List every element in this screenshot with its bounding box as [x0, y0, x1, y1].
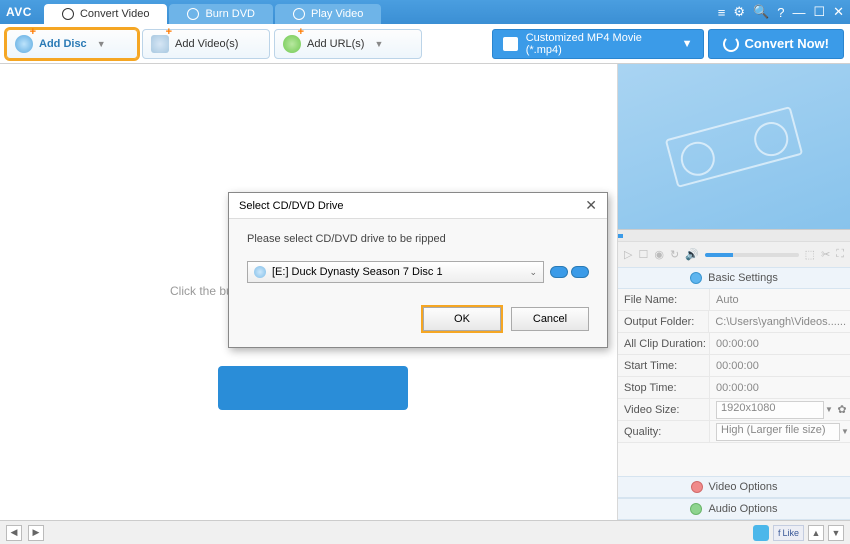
cancel-button[interactable]: Cancel — [511, 307, 589, 331]
drive-select[interactable]: [E:] Duck Dynasty Season 7 Disc 1 ⌄ — [247, 261, 544, 283]
dialog-message: Please select CD/DVD drive to be ripped — [247, 233, 589, 245]
drive-label: [E:] Duck Dynasty Season 7 Disc 1 — [272, 266, 443, 278]
chevron-down-icon: ⌄ — [529, 267, 537, 278]
drive-type-icons — [550, 266, 589, 278]
dialog-titlebar: Select CD/DVD Drive ✕ — [229, 193, 607, 219]
dialog-close-button[interactable]: ✕ — [585, 197, 597, 214]
dialog-title-text: Select CD/DVD Drive — [239, 200, 344, 212]
disc-icon — [254, 266, 266, 278]
dvd-icon[interactable] — [550, 266, 568, 278]
select-drive-dialog: Select CD/DVD Drive ✕ Please select CD/D… — [228, 192, 608, 348]
ok-button[interactable]: OK — [423, 307, 501, 331]
dialog-backdrop: Select CD/DVD Drive ✕ Please select CD/D… — [0, 0, 850, 544]
bluray-icon[interactable] — [571, 266, 589, 278]
